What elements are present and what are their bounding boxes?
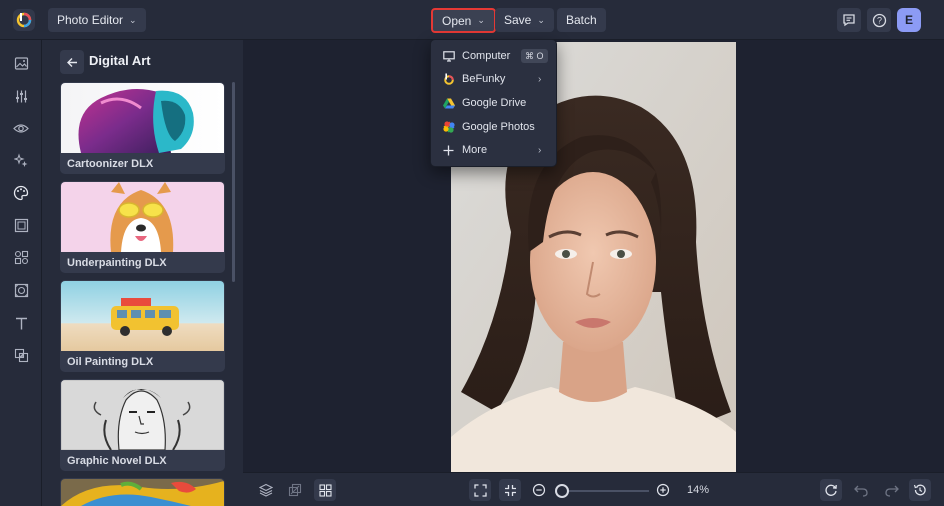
monitor-icon xyxy=(442,50,455,63)
menu-item-label: More xyxy=(462,144,488,156)
effect-card-oil-painting[interactable]: Oil Painting DLX xyxy=(60,280,225,372)
zoom-slider-handle[interactable] xyxy=(555,484,569,498)
befunky-icon xyxy=(442,73,455,86)
oil-painting-thumbnail xyxy=(61,281,224,351)
zoom-out-icon xyxy=(532,483,546,497)
open-label: Open xyxy=(442,13,472,28)
befunky-logo[interactable] xyxy=(13,9,35,31)
compress-icon xyxy=(504,484,516,496)
editor-canvas[interactable] xyxy=(243,40,944,472)
palette-icon[interactable] xyxy=(11,183,31,203)
expand-icon xyxy=(473,483,487,497)
chevron-right-icon: › xyxy=(538,73,542,85)
history-icon xyxy=(913,484,926,496)
open-button[interactable]: Open ⌄ xyxy=(431,8,496,33)
top-bar: Photo Editor ⌄ Open ⌄ Save ⌄ Batch ? E xyxy=(0,0,944,40)
menu-item-google-drive[interactable]: Google Drive xyxy=(431,92,558,114)
zoom-in-button[interactable] xyxy=(652,479,674,501)
redo-icon xyxy=(884,485,899,497)
chevron-down-icon: ⌄ xyxy=(537,14,545,25)
graphics-icon[interactable] xyxy=(11,247,31,267)
parrot-thumbnail xyxy=(61,479,224,506)
chevron-down-icon: ⌄ xyxy=(477,15,485,25)
arrow-left-icon xyxy=(66,57,77,67)
google-photos-icon xyxy=(442,121,455,134)
crop-transform-button[interactable] xyxy=(284,479,306,501)
menu-item-label: BeFunky xyxy=(462,73,506,85)
menu-item-label: Computer xyxy=(462,50,511,62)
comments-button[interactable] xyxy=(837,8,861,32)
card-label: Underpainting DLX xyxy=(67,257,167,269)
image-icon[interactable] xyxy=(11,53,31,73)
batch-button[interactable]: Batch xyxy=(557,8,606,32)
digital-art-panel: Digital Art Cartoonizer DLX Underpaintin… xyxy=(42,40,243,506)
menu-item-google-photos[interactable]: Google Photos xyxy=(431,116,558,138)
underpainting-thumbnail xyxy=(61,182,224,252)
transform-icon xyxy=(288,483,302,497)
tool-rail xyxy=(0,40,42,506)
history-button[interactable] xyxy=(909,479,931,501)
bottom-toolbar: 14% xyxy=(243,472,944,506)
help-button[interactable]: ? xyxy=(867,8,891,32)
undo-button[interactable] xyxy=(850,479,872,501)
zoom-percentage: 14% xyxy=(687,484,710,496)
effect-card-partial[interactable] xyxy=(60,478,225,506)
menu-item-label: Google Photos xyxy=(462,121,535,133)
sparkle-icon[interactable] xyxy=(11,150,31,170)
rotate-icon xyxy=(825,484,837,496)
cartoonizer-thumbnail xyxy=(61,83,224,153)
texture-icon[interactable] xyxy=(11,280,31,300)
text-icon[interactable] xyxy=(11,313,31,333)
app-window: Photo Editor ⌄ Open ⌄ Save ⌄ Batch ? E D… xyxy=(0,0,944,506)
sliders-icon[interactable] xyxy=(11,86,31,106)
user-avatar[interactable]: E xyxy=(897,8,921,32)
menu-item-computer[interactable]: Computer ⌘ O xyxy=(431,45,558,67)
card-label: Cartoonizer DLX xyxy=(67,158,154,170)
layers-button[interactable] xyxy=(255,479,277,501)
actual-size-button[interactable] xyxy=(499,479,521,501)
overlay-icon[interactable] xyxy=(11,345,31,365)
graphic-novel-thumbnail xyxy=(61,380,224,450)
save-button[interactable]: Save ⌄ xyxy=(495,8,554,32)
zoom-slider-track[interactable] xyxy=(561,490,649,492)
card-label: Graphic Novel DLX xyxy=(67,455,167,467)
effect-card-cartoonizer[interactable]: Cartoonizer DLX xyxy=(60,82,225,174)
rotate-button[interactable] xyxy=(820,479,842,501)
panel-scrollbar[interactable] xyxy=(232,82,235,282)
grid-view-button[interactable] xyxy=(314,479,336,501)
eye-icon[interactable] xyxy=(11,118,31,138)
undo-icon xyxy=(853,485,868,497)
photo-editor-menu-button[interactable]: Photo Editor ⌄ xyxy=(48,8,146,32)
batch-label: Batch xyxy=(566,13,597,27)
effect-card-underpainting[interactable]: Underpainting DLX xyxy=(60,181,225,273)
grid-icon xyxy=(318,483,332,497)
zoom-out-button[interactable] xyxy=(528,479,550,501)
photo-editor-label: Photo Editor xyxy=(57,13,124,27)
redo-button[interactable] xyxy=(880,479,902,501)
zoom-in-icon xyxy=(656,483,670,497)
frame-icon[interactable] xyxy=(11,215,31,235)
open-dropdown-menu: Computer ⌘ O BeFunky › Google Drive Goog… xyxy=(430,39,557,167)
menu-item-label: Google Drive xyxy=(462,97,527,109)
plus-icon xyxy=(442,144,455,157)
comment-icon xyxy=(843,14,855,27)
effect-card-graphic-novel[interactable]: Graphic Novel DLX xyxy=(60,379,225,471)
panel-title: Digital Art xyxy=(89,53,151,68)
keyboard-shortcut: ⌘ O xyxy=(521,49,548,63)
svg-text:?: ? xyxy=(876,15,881,25)
card-label: Oil Painting DLX xyxy=(67,356,154,368)
fit-to-screen-button[interactable] xyxy=(469,479,491,501)
help-icon: ? xyxy=(872,13,886,27)
menu-item-befunky[interactable]: BeFunky › xyxy=(431,68,558,90)
back-button[interactable] xyxy=(60,50,84,74)
google-drive-icon xyxy=(442,97,455,110)
layers-icon xyxy=(259,483,273,497)
menu-item-more[interactable]: More › xyxy=(431,139,558,161)
save-label: Save xyxy=(504,13,532,27)
chevron-down-icon: ⌄ xyxy=(129,14,137,25)
chevron-right-icon: › xyxy=(538,144,542,156)
avatar-initial: E xyxy=(904,13,913,27)
